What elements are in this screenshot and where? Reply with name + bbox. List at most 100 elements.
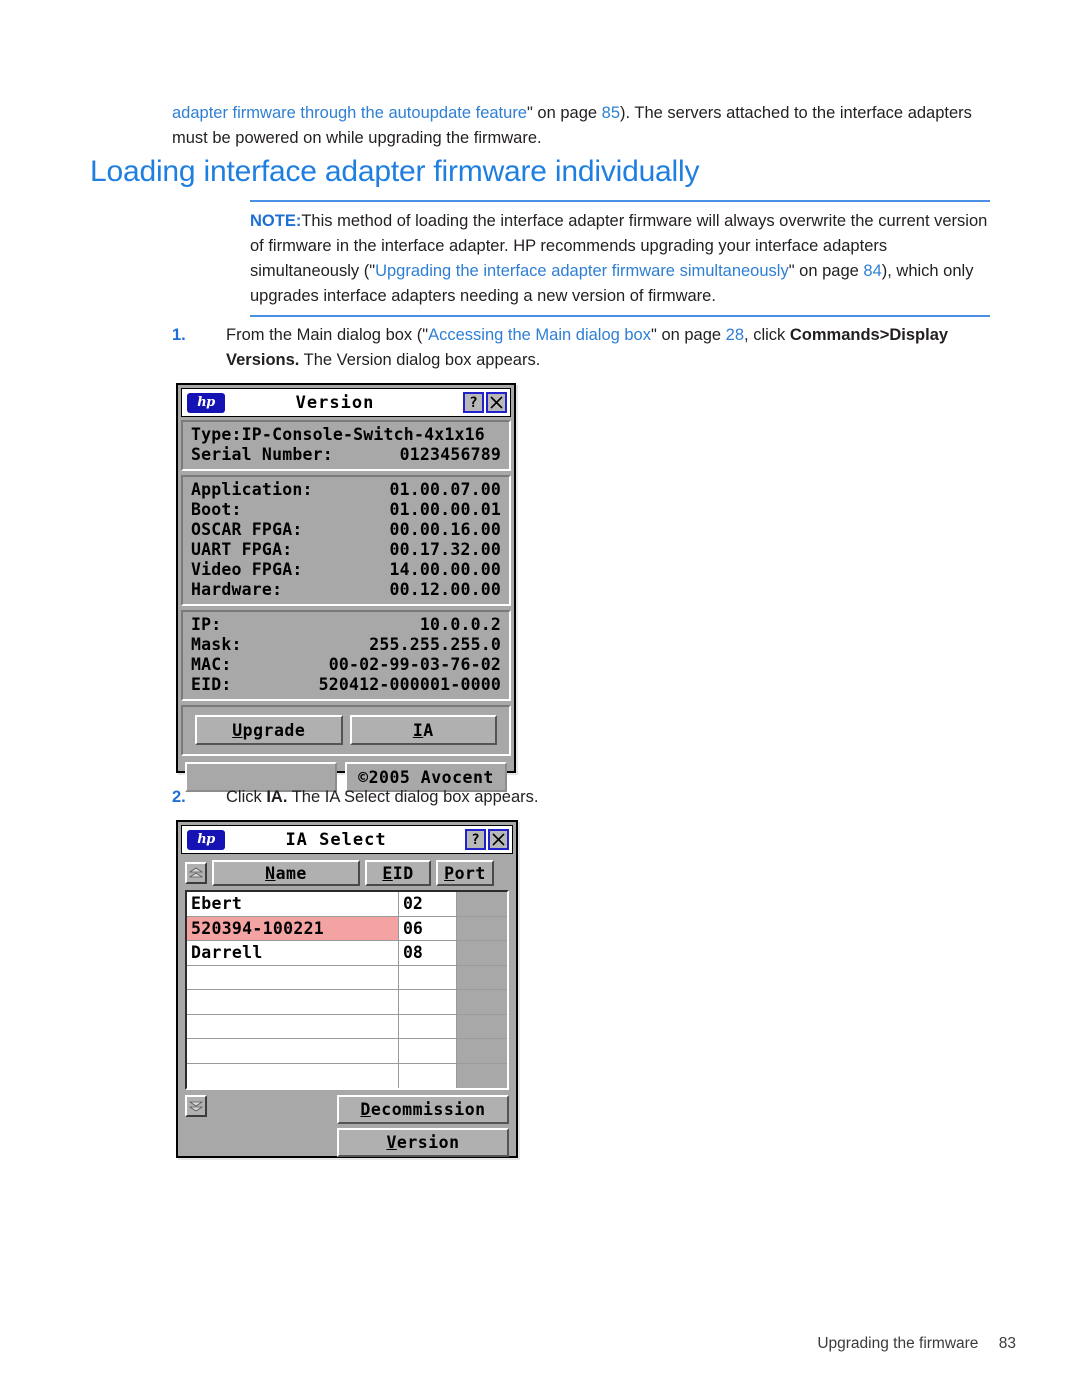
- note-page-ref[interactable]: 84: [863, 262, 881, 280]
- step-1-text-3: , click: [744, 326, 790, 344]
- step-1-text: From the Main dialog box ("Accessing the…: [226, 323, 992, 373]
- decommission-label: ecommission: [370, 1100, 486, 1119]
- version-actions-panel: Upgrade IA: [181, 705, 511, 756]
- close-icon[interactable]: [486, 392, 507, 413]
- column-header-eid[interactable]: E ID: [365, 860, 431, 886]
- scroll-down-icon[interactable]: [185, 1095, 207, 1117]
- ia-select-list: Ebert 02 520394-100221 06 Darrell 08: [185, 890, 509, 1090]
- decommission-accel: D: [360, 1100, 371, 1119]
- version-serial-label: Serial Number:: [191, 445, 333, 464]
- column-header-name[interactable]: Name: [212, 860, 360, 886]
- version-firmware-row: Hardware: 00.12.00.00: [191, 580, 501, 600]
- hardware-value: 00.12.00.00: [389, 580, 501, 599]
- note-block: NOTE:This method of loading the interfac…: [250, 200, 990, 317]
- uart-fpga-label: UART FPGA:: [191, 540, 293, 559]
- ia-accel: I: [412, 720, 424, 740]
- version-identity-row: Type:IP-Console-Switch-4x1x16: [191, 425, 501, 445]
- name-accel: N: [265, 863, 276, 883]
- mask-value: 255.255.255.0: [369, 635, 501, 654]
- ia-label: A: [423, 720, 434, 740]
- table-row[interactable]: Ebert 02: [187, 892, 507, 917]
- version-button[interactable]: Version: [337, 1128, 509, 1157]
- decommission-button[interactable]: Decommission: [337, 1095, 509, 1124]
- row-eid: [399, 1014, 457, 1038]
- upgrade-accel: U: [232, 720, 243, 740]
- step-1-text-4: The Version dialog box appears.: [299, 351, 541, 369]
- table-row[interactable]: [187, 1014, 507, 1039]
- step-2-bold: IA.: [266, 788, 288, 806]
- hardware-label: Hardware:: [191, 580, 283, 599]
- intro-paragraph: adapter firmware through the autoupdate …: [172, 101, 972, 151]
- version-dialog: hp Version ? Type:IP-Console-Switch-4x1x…: [176, 383, 516, 792]
- table-row[interactable]: [187, 965, 507, 990]
- row-name: Darrell: [187, 941, 399, 965]
- row-port: [457, 1014, 507, 1038]
- eid-label: EID:: [191, 675, 232, 694]
- autoupdate-link[interactable]: adapter firmware through the autoupdate …: [172, 104, 527, 122]
- version-accel: V: [386, 1133, 397, 1152]
- row-eid: [399, 990, 457, 1014]
- row-port: [457, 916, 507, 940]
- version-network-panel: IP: 10.0.0.2 Mask: 255.255.255.0 MAC: 00…: [181, 610, 511, 701]
- eid-accel: E: [382, 863, 393, 883]
- note-rule-bottom: [250, 315, 990, 317]
- row-name: Ebert: [187, 892, 399, 916]
- eid-col-label: ID: [392, 863, 414, 883]
- note-link[interactable]: Upgrading the interface adapter firmware…: [375, 262, 789, 280]
- version-dialog-titlebar: hp Version ?: [181, 388, 511, 417]
- version-identity-row: Serial Number: 0123456789: [191, 445, 501, 465]
- help-icon[interactable]: ?: [463, 392, 484, 413]
- row-eid: [399, 965, 457, 989]
- step-1-text-1: From the Main dialog box (": [226, 326, 429, 344]
- name-label: ame: [275, 863, 307, 883]
- mask-label: Mask:: [191, 635, 242, 654]
- ia-select-footer: Decommission Version: [181, 1090, 513, 1157]
- document-page: adapter firmware through the autoupdate …: [0, 0, 1080, 1397]
- step-2-text: Click IA. The IA Select dialog box appea…: [226, 785, 772, 810]
- column-header-port[interactable]: Port: [436, 860, 494, 886]
- step-2-number: 2.: [172, 788, 186, 806]
- version-type-label: Type:IP-Console-Switch-4x1x16: [191, 425, 485, 444]
- intro-page-ref[interactable]: 85: [602, 104, 620, 122]
- ia-select-title: IA Select: [285, 829, 387, 850]
- row-eid: [399, 1063, 457, 1088]
- row-name: [187, 965, 399, 989]
- row-name: 520394-100221: [187, 916, 399, 940]
- row-eid: [399, 1039, 457, 1063]
- table-row[interactable]: [187, 990, 507, 1015]
- table-row[interactable]: [187, 1063, 507, 1088]
- footer-section: Upgrading the firmware: [817, 1335, 979, 1352]
- upgrade-button[interactable]: Upgrade: [195, 715, 343, 745]
- version-network-row: Mask: 255.255.255.0: [191, 635, 501, 655]
- ip-label: IP:: [191, 615, 222, 634]
- intro-mid: " on page: [526, 103, 602, 122]
- note-text-2: " on page: [788, 262, 864, 280]
- accessing-main-dialog-link[interactable]: Accessing the Main dialog box: [428, 326, 651, 344]
- version-serial-value: 0123456789: [399, 445, 501, 464]
- step-1-number: 1.: [172, 326, 186, 344]
- version-dialog-titlebar-buttons: ?: [463, 392, 507, 413]
- row-eid: 06: [399, 916, 457, 940]
- eid-value: 520412-000001-0000: [318, 675, 501, 694]
- oscar-fpga-value: 00.00.16.00: [389, 520, 501, 539]
- version-firmware-row: Application: 01.00.07.00: [191, 480, 501, 500]
- note-body: NOTE:This method of loading the interfac…: [250, 202, 990, 315]
- port-accel: P: [444, 863, 455, 883]
- table-row[interactable]: Darrell 08: [187, 941, 507, 966]
- help-icon[interactable]: ?: [465, 829, 486, 850]
- ia-select-titlebar: hp IA Select ?: [181, 825, 513, 854]
- mac-label: MAC:: [191, 655, 232, 674]
- row-port: [457, 1039, 507, 1063]
- close-icon[interactable]: [488, 829, 509, 850]
- row-port: [457, 1063, 507, 1088]
- ia-button[interactable]: IA: [349, 715, 497, 745]
- scroll-up-icon[interactable]: [185, 862, 207, 884]
- ip-value: 10.0.0.2: [419, 615, 501, 634]
- step-1-page-ref[interactable]: 28: [726, 326, 744, 344]
- page-title: Loading interface adapter firmware indiv…: [90, 155, 700, 188]
- note-label: NOTE:: [250, 212, 302, 230]
- table-row[interactable]: [187, 1039, 507, 1064]
- table-row[interactable]: 520394-100221 06: [187, 916, 507, 941]
- version-firmware-row: Video FPGA: 14.00.00.00: [191, 560, 501, 580]
- oscar-fpga-label: OSCAR FPGA:: [191, 520, 303, 539]
